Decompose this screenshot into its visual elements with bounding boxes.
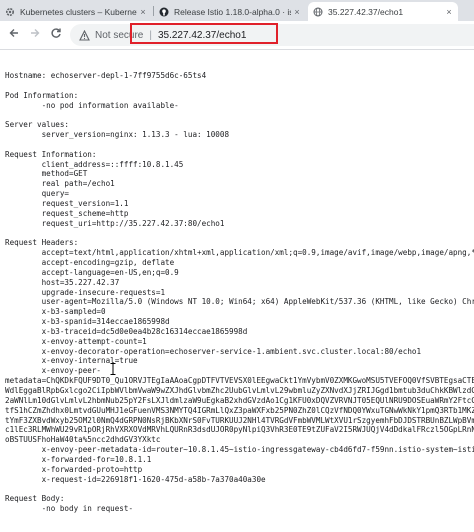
security-label[interactable]: Not secure (95, 30, 143, 41)
forward-button[interactable] (27, 27, 43, 43)
echo-response-text: Hostname: echoserver-depl-1-7ff9755d6c-6… (5, 71, 474, 532)
response-line: oBSTUUSFhoHaW40ta%5ncc2dhdGV3YXktc (5, 435, 161, 445)
response-line: -no pod information available- (5, 100, 179, 110)
response-line: x-envoy-internal=true (5, 356, 138, 366)
response-line: x-b3-traceid=dc5d0e0ea4b28c16314eccae186… (5, 326, 248, 336)
arrow-left-icon (8, 26, 20, 44)
response-line: Request Information: (5, 149, 97, 159)
tab-title: Kubernetes clusters – Kubernetes (20, 6, 137, 17)
toolbar-divider (0, 49, 474, 50)
response-line: accept-encoding=gzip, deflate (5, 258, 175, 268)
arrow-right-icon (29, 26, 41, 44)
reload-icon (50, 26, 62, 44)
close-icon[interactable]: × (443, 7, 455, 17)
text-cursor-icon (110, 362, 116, 375)
response-line: Request Body: (5, 494, 65, 504)
tab-istio-release[interactable]: Release Istio 1.18.0-alpha.0 · istio × (154, 2, 306, 21)
close-icon[interactable]: × (137, 7, 149, 17)
address-separator: | (149, 29, 152, 41)
response-line: method=GET (5, 169, 88, 179)
response-line: request_uri=http://35.227.42.37:80/echo1 (5, 218, 225, 228)
response-line: -no body in request- (5, 504, 134, 514)
address-bar[interactable]: Not secure | 35.227.42.37/echo1 (70, 24, 474, 46)
response-line: Pod Information: (5, 90, 79, 100)
response-line: real path=/echo1 (5, 179, 115, 189)
gear-icon (5, 7, 15, 17)
response-line (5, 229, 474, 239)
response-line: x-envoy-peer- (5, 366, 102, 376)
tab-kubernetes-clusters[interactable]: Kubernetes clusters – Kubernetes × (0, 2, 152, 21)
response-line: c1lEc3RLMWhWU29vR1pORjRhVXRXOVdMRVhLQURn… (5, 425, 474, 435)
response-line: metadata=ChQKDkFQUF9DT0_Qu1ORVJTEgIaAAoa… (5, 376, 474, 386)
response-line: Hostname: echoserver-depl-1-7ff9755d6c-6… (5, 71, 207, 80)
response-line: client_address=::ffff:10.8.1.45 (5, 159, 184, 169)
response-line: user-agent=Mozilla/5.0 (Windows NT 10.0;… (5, 297, 474, 307)
response-line (5, 140, 474, 150)
warning-icon[interactable] (78, 29, 90, 41)
response-line: x-b3-spanid=314eccae1865998d (5, 317, 170, 327)
response-line: x-b3-sampled=0 (5, 307, 106, 317)
tab-echo1[interactable]: 35.227.42.37/echo1 × (308, 2, 458, 21)
response-line: WdlEggaBlRpbGxlcgo2CiIpbWVlbmVwaW9wZXJhd… (5, 386, 474, 395)
url-text[interactable]: 35.227.42.37/echo1 (158, 30, 246, 41)
response-line: Request Headers: (5, 238, 79, 248)
response-line: host=35.227.42.37 (5, 277, 120, 287)
response-line: 2aWNlLm10dGlvLmlvL2hbmNub25pY2FsLXJldmlz… (5, 395, 474, 405)
response-line: tfS1hCZmZhdhx0LmtvdGUuMHJ1eGFuenVMS3NMYT… (5, 405, 474, 415)
response-line: Server values: (5, 120, 70, 130)
back-button[interactable] (6, 27, 22, 43)
response-line: accept-language=en-US,en;q=0.9 (5, 267, 179, 277)
response-line: server_version=nginx: 1.13.3 - lua: 1000… (5, 130, 230, 140)
response-line: x-envoy-peer-metadata-id=router~10.8.1.4… (5, 445, 474, 455)
response-line: upgrade-insecure-requests=1 (5, 287, 166, 297)
response-line (5, 81, 474, 91)
response-line (5, 484, 474, 494)
response-line: query= (5, 189, 70, 199)
reload-button[interactable] (48, 27, 64, 43)
tab-title: 35.227.42.37/echo1 (328, 6, 404, 17)
response-line: tYmF3ZXBvdWxyb25OM2l0NmQ4dGRPN0NsRjBKbXN… (5, 415, 474, 425)
response-line: x-envoy-attempt-count=1 (5, 336, 147, 346)
globe-icon (313, 7, 323, 17)
response-line: x-envoy-decorator-operation=echoserver-s… (5, 346, 422, 356)
response-line: request_scheme=http (5, 208, 129, 218)
tab-strip: Kubernetes clusters – Kubernetes × Relea… (0, 0, 474, 21)
response-line: x-forwarded-proto=http (5, 464, 143, 474)
response-line: x-request-id=226918f1-1620-475d-a58b-7a3… (5, 474, 266, 484)
browser-toolbar: Not secure | 35.227.42.37/echo1 (0, 21, 474, 49)
tab-title: Release Istio 1.18.0-alpha.0 · istio (174, 6, 291, 17)
response-line: request_version=1.1 (5, 198, 129, 208)
response-line: accept=text/html,application/xhtml+xml,a… (5, 248, 474, 258)
response-line: x-forwarded-for=10.8.1.1 (5, 454, 152, 464)
github-icon (159, 7, 169, 17)
response-line (5, 110, 474, 120)
close-icon[interactable]: × (291, 7, 303, 17)
